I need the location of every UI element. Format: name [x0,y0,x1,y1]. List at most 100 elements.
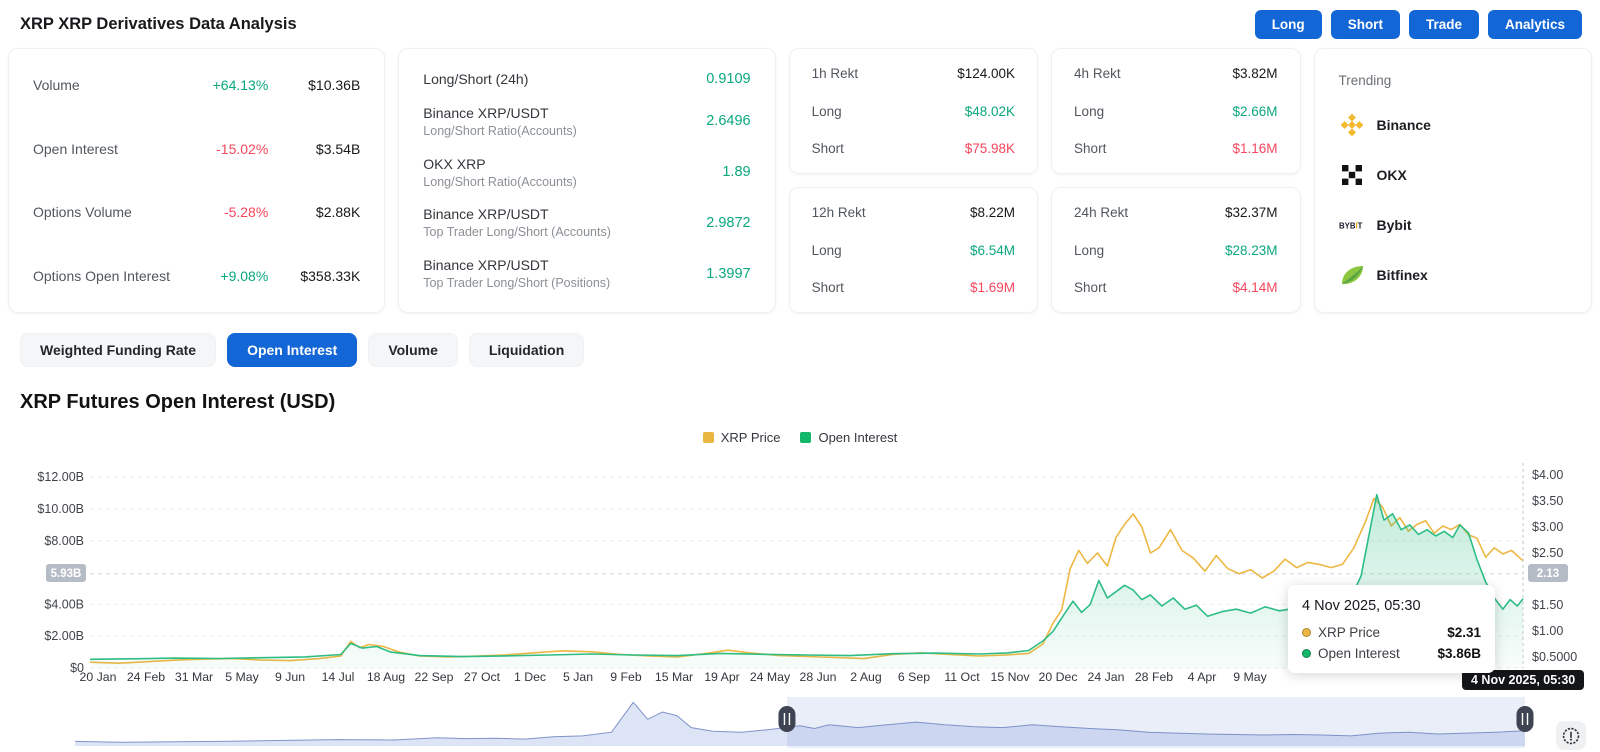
ratio-row: Binance XRP/USDT Top Trader Long/Short (… [423,206,750,239]
right-axis-label: $2.50 [1532,546,1563,560]
seal-exclamation-icon [1560,725,1582,747]
stat-label: Options Open Interest [33,268,172,284]
legend-item-open-interest[interactable]: Open Interest [800,430,897,445]
x-axis-label: 20 Jan [80,670,117,684]
stat-label: Open Interest [33,141,172,157]
rekt-period: 4h Rekt [1074,66,1232,81]
x-axis-label: 5 Jan [563,670,593,684]
exchange-name: Binance [1377,117,1431,133]
x-axis-label: 22 Sep [415,670,454,684]
stat-row: Options Open Interest +9.08% $358.33K [33,268,360,284]
right-axis-label: $1.50 [1532,598,1563,612]
rekt-short-value: $4.14M [1232,280,1277,295]
tab-volume[interactable]: Volume [368,333,458,367]
trending-item-bitfinex[interactable]: Bitfinex [1339,262,1568,288]
tooltip-row: Open Interest $3.86B [1302,646,1481,661]
navigator-selection[interactable] [787,697,1525,748]
x-axis-label: 1 Dec [514,670,546,684]
tooltip-value: $3.86B [1437,646,1481,661]
rekt-long-value: $6.54M [970,243,1015,258]
trending-item-okx[interactable]: OKX [1339,162,1568,188]
stat-change: -5.28% [172,204,268,220]
trending-item-binance[interactable]: Binance [1339,112,1568,138]
rekt-long-label: Long [812,104,965,119]
rekt-long-label: Long [1074,243,1225,258]
x-axis-label: 18 Aug [367,670,405,684]
left-axis-label: $12.00B [37,470,84,484]
page-header: XRP XRP Derivatives Data Analysis Long S… [0,0,1600,48]
x-axis-label: 2 Aug [850,670,882,684]
chart-legend: XRP Price Open Interest [0,430,1600,445]
rekt-period: 24h Rekt [1074,205,1225,220]
rekt-short-label: Short [812,280,970,295]
chart-alert-icon[interactable] [1556,721,1586,750]
trending-title: Trending [1339,73,1568,88]
rekt-total: $32.37M [1225,205,1278,220]
rekt-12h-card: 12h Rekt $8.22M Long $6.54M Short $1.69M [789,187,1038,313]
tooltip-date: 4 Nov 2025, 05:30 [1302,598,1481,614]
rekt-4h-card: 4h Rekt $3.82M Long $2.66M Short $1.16M [1051,48,1300,174]
stat-value: $2.88K [268,204,360,220]
ratio-title: Binance XRP/USDT [423,105,706,121]
ratio-title: Long/Short (24h) [423,71,706,87]
ratio-title: OKX XRP [423,156,722,172]
navigator-area[interactable] [75,702,1525,746]
right-axis-label: $3.00 [1532,520,1563,534]
ratio-title: Binance XRP/USDT [423,257,706,273]
x-axis-label: 24 May [750,670,791,684]
rekt-long-label: Long [812,243,970,258]
xrp-price-swatch [703,432,714,443]
exchange-name: Bybit [1377,217,1412,233]
svg-text:BYBIT: BYBIT [1339,221,1363,230]
right-axis-label: $1.00 [1532,624,1563,638]
tab-open-interest[interactable]: Open Interest [227,333,357,367]
rekt-long-value: $2.66M [1232,104,1277,119]
rekt-total: $3.82M [1232,66,1277,81]
stat-row: Open Interest -15.02% $3.54B [33,141,360,157]
legend-item-xrp-price[interactable]: XRP Price [703,430,781,445]
stat-change: +9.08% [172,268,268,284]
x-axis-label: 4 Apr [1188,670,1217,684]
open-interest-dot [1302,649,1311,658]
rekt-column-2: 4h Rekt $3.82M Long $2.66M Short $1.16M … [1051,48,1300,313]
tab-liquidation[interactable]: Liquidation [469,333,584,367]
exchange-name: OKX [1377,167,1407,183]
svg-text:5.93B: 5.93B [51,568,82,580]
open-interest-current-badge [46,564,86,582]
ratio-subtitle: Long/Short Ratio(Accounts) [423,124,706,138]
open-interest-swatch [800,432,811,443]
ratio-subtitle: Top Trader Long/Short (Accounts) [423,225,706,239]
short-button[interactable]: Short [1331,10,1400,39]
x-axis-label: 27 Oct [464,670,501,684]
ratio-value: 2.6496 [706,113,750,129]
rekt-column-1: 1h Rekt $124.00K Long $48.02K Short $75.… [789,48,1038,313]
x-axis-label: 6 Sep [898,670,930,684]
navigator-handle[interactable] [778,706,795,732]
x-axis-label: 24 Jan [1088,670,1125,684]
tooltip-label: XRP Price [1318,625,1380,640]
navigator-handle[interactable] [1517,706,1534,732]
page-title: XRP XRP Derivatives Data Analysis [20,15,297,34]
ratio-value: 2.9872 [706,215,750,231]
stat-row: Options Volume -5.28% $2.88K [33,204,360,220]
ratio-row: Binance XRP/USDT Long/Short Ratio(Accoun… [423,105,750,138]
stat-value: $3.54B [268,141,360,157]
x-axis-label: 19 Apr [704,670,740,684]
trade-button[interactable]: Trade [1409,10,1479,39]
ratio-row: OKX XRP Long/Short Ratio(Accounts) 1.89 [423,156,750,189]
rekt-period: 12h Rekt [812,205,970,220]
rekt-total: $124.00K [957,66,1015,81]
legend-label: XRP Price [721,430,781,445]
analytics-button[interactable]: Analytics [1488,10,1582,39]
rekt-1h-card: 1h Rekt $124.00K Long $48.02K Short $75.… [789,48,1038,174]
long-button[interactable]: Long [1255,10,1322,39]
tab-weighted-funding-rate[interactable]: Weighted Funding Rate [20,333,216,367]
stat-label: Volume [33,77,172,93]
volume-stats-card: Volume +64.13% $10.36B Open Interest -15… [8,48,385,313]
trending-item-bybit[interactable]: BYBIT Bybit [1339,212,1568,238]
tooltip-row: XRP Price $2.31 [1302,625,1481,640]
x-axis-label: 9 May [1233,670,1267,684]
stat-row: Volume +64.13% $10.36B [33,77,360,93]
rekt-short-value: $75.98K [965,141,1015,156]
legend-label: Open Interest [818,430,897,445]
